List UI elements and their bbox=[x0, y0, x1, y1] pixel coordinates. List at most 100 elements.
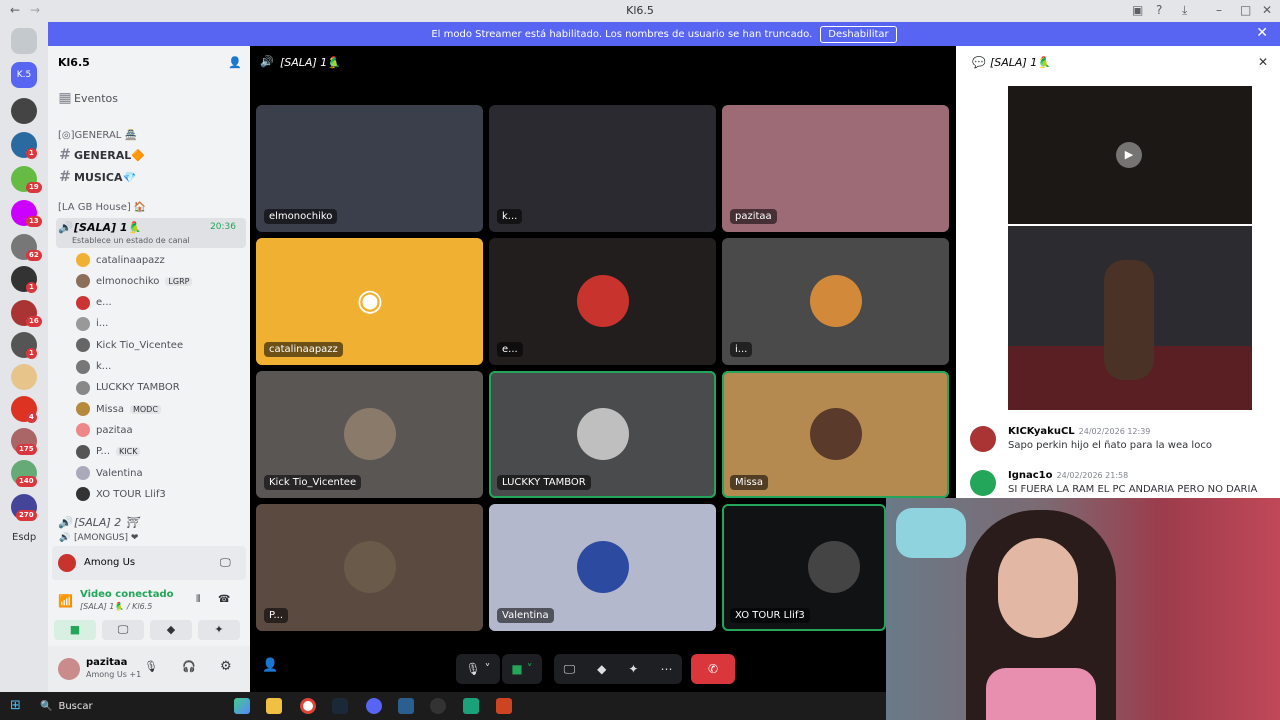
discord-taskbar-icon[interactable] bbox=[366, 698, 382, 714]
add-member-icon[interactable]: 👤 bbox=[228, 56, 242, 69]
maximize-icon[interactable]: □ bbox=[1240, 3, 1251, 17]
voice-user-name: elmonochiko bbox=[96, 275, 160, 287]
voice-user[interactable]: Missa MODC bbox=[76, 399, 236, 419]
participant-tile[interactable]: Valentina bbox=[489, 504, 716, 631]
taskbar-search[interactable]: 🔍 Buscar bbox=[36, 696, 216, 716]
message-avatar[interactable] bbox=[970, 426, 996, 452]
participant-avatar bbox=[808, 541, 860, 593]
among-us-taskbar-icon[interactable] bbox=[496, 698, 512, 714]
server-icon[interactable] bbox=[11, 98, 37, 124]
mic-icon[interactable]: 🎙 bbox=[144, 660, 158, 673]
participant-tile[interactable]: elmonochiko bbox=[256, 105, 483, 232]
participant-tile[interactable]: XO TOUR Llif3 bbox=[722, 504, 886, 631]
voice-user[interactable]: XO TOUR Llif3 bbox=[76, 484, 236, 504]
close-chat-icon[interactable]: ✕ bbox=[1258, 55, 1268, 69]
noise-suppression-icon[interactable]: ⦀ bbox=[196, 594, 200, 605]
channel-musica[interactable]: # MUSICA💎 bbox=[56, 167, 246, 187]
chrome-icon[interactable] bbox=[300, 698, 316, 714]
voice-user[interactable]: LUCKKY TAMBOR bbox=[76, 378, 236, 398]
voice-channel-sala1[interactable]: 🔊 [SALA] 1🦜 20:36 Establece un estado de… bbox=[56, 218, 246, 248]
message-time: 24/02/2026 12:39 bbox=[1078, 427, 1151, 436]
download-icon[interactable]: ⤓ bbox=[1182, 3, 1187, 18]
voice-channel-sala2[interactable]: 🔊 [SALA] 2 ⛩ bbox=[56, 512, 246, 532]
headset-icon[interactable]: 🎧 bbox=[182, 660, 196, 673]
participant-tile[interactable]: LUCKKY TAMBOR bbox=[489, 371, 716, 498]
activities-button[interactable]: ◆ bbox=[150, 620, 192, 640]
voice-user[interactable]: i... bbox=[76, 314, 236, 334]
camera-toggle-button[interactable]: ■ bbox=[54, 620, 96, 640]
boxer-figure bbox=[1104, 260, 1154, 380]
voice-user[interactable]: pazitaa bbox=[76, 420, 236, 440]
voice-status[interactable]: Video conectado bbox=[80, 589, 173, 600]
stream-game-icon[interactable]: 🖵 bbox=[220, 556, 231, 570]
participant-tile[interactable]: k... bbox=[489, 105, 716, 232]
minimize-icon[interactable]: – bbox=[1216, 3, 1222, 17]
guild-name[interactable]: Kl6.5 bbox=[58, 56, 90, 69]
obs-icon[interactable] bbox=[430, 698, 446, 714]
plush-pillow bbox=[896, 508, 966, 558]
voice-channel-among[interactable]: 🔊 [AMONGUS] ❤ bbox=[56, 532, 246, 544]
user-avatar[interactable] bbox=[58, 658, 80, 680]
screen-share-icon[interactable]: 🖵 bbox=[564, 662, 576, 677]
voice-user[interactable]: Valentina bbox=[76, 463, 236, 483]
game-activity[interactable] bbox=[52, 546, 246, 580]
disconnect-icon[interactable]: ☎ bbox=[218, 594, 230, 605]
voice-user[interactable]: k... bbox=[76, 357, 236, 377]
voice-user[interactable]: P... KICK bbox=[76, 442, 236, 462]
category-gb-house[interactable]: [LA GB House] 🏠 bbox=[58, 202, 146, 213]
inbox-icon[interactable]: ▣ bbox=[1132, 3, 1143, 17]
disable-streamer-button[interactable]: Deshabilitar bbox=[820, 25, 897, 43]
voice-user[interactable]: e... bbox=[76, 293, 236, 313]
voice-user[interactable]: catalinaapazz bbox=[76, 250, 236, 270]
copilot-icon[interactable] bbox=[234, 698, 250, 714]
voice-sub[interactable]: [SALA] 1🦜 / Kl6.5 bbox=[80, 602, 152, 611]
server-icon[interactable]: K.5 bbox=[11, 62, 37, 88]
participant-avatar bbox=[344, 408, 396, 460]
leave-call-button[interactable]: ✆ bbox=[691, 654, 735, 684]
category-general[interactable]: [◎]GENERAL 🏯 bbox=[58, 130, 137, 141]
channel-general[interactable]: # GENERAL🔶 bbox=[56, 145, 246, 165]
events-item[interactable]: ▦ Eventos bbox=[56, 88, 246, 108]
channel-status-hint[interactable]: Establece un estado de canal bbox=[72, 236, 190, 245]
settings-gear-icon[interactable]: ⚙ bbox=[220, 659, 232, 674]
file-explorer-icon[interactable] bbox=[266, 698, 282, 714]
activities-icon[interactable]: ◆ bbox=[597, 662, 606, 676]
camera-control[interactable]: ■ ˅ bbox=[502, 654, 542, 684]
soundboard-icon[interactable]: ✦ bbox=[628, 662, 638, 676]
voice-user[interactable]: elmonochiko LGRP bbox=[76, 271, 236, 291]
more-icon[interactable]: ⋯ bbox=[660, 662, 672, 676]
help-icon[interactable]: ? bbox=[1156, 3, 1162, 17]
screen-share-button[interactable]: 🖵 bbox=[102, 620, 144, 640]
voice-user[interactable]: Kick Tio_Vicentee bbox=[76, 335, 236, 355]
soundboard-button[interactable]: ✦ bbox=[198, 620, 240, 640]
message-author[interactable]: Ignac1o bbox=[1008, 470, 1053, 481]
voice-user-name: i... bbox=[96, 318, 109, 330]
participant-tile[interactable]: Kick Tio_Vicentee bbox=[256, 371, 483, 498]
app-icon[interactable] bbox=[463, 698, 479, 714]
message-avatar[interactable] bbox=[970, 470, 996, 496]
steam-alt-icon[interactable] bbox=[398, 698, 414, 714]
video-embed[interactable]: ▶ bbox=[1008, 86, 1252, 224]
webcam-overlay bbox=[886, 498, 1280, 720]
participant-tile[interactable]: ◉ catalinaapazz bbox=[256, 238, 483, 365]
message-author[interactable]: KICKyakuCL bbox=[1008, 426, 1075, 437]
participant-tile[interactable]: P... bbox=[256, 504, 483, 631]
invite-icon[interactable]: 👤 bbox=[262, 658, 278, 673]
participant-tile[interactable]: Missa bbox=[722, 371, 949, 498]
mic-control[interactable]: 🎙 ˅ bbox=[456, 654, 500, 684]
participant-tile[interactable]: e... bbox=[489, 238, 716, 365]
play-icon[interactable]: ▶ bbox=[1116, 142, 1142, 168]
user-name[interactable]: pazitaa bbox=[86, 657, 127, 668]
participant-tile[interactable]: i... bbox=[722, 238, 949, 365]
user-avatar bbox=[76, 423, 90, 438]
close-banner-icon[interactable]: ✕ bbox=[1256, 25, 1268, 41]
server-icon[interactable] bbox=[11, 364, 37, 390]
participant-tile[interactable]: pazitaa bbox=[722, 105, 949, 232]
speaker-icon: 🔊 bbox=[58, 515, 72, 529]
discord-home-icon[interactable] bbox=[11, 28, 37, 54]
close-window-icon[interactable]: ✕ bbox=[1262, 3, 1272, 17]
windows-start-icon[interactable]: ⊞ bbox=[10, 698, 21, 713]
image-embed[interactable] bbox=[1008, 226, 1252, 410]
steam-icon[interactable] bbox=[332, 698, 348, 714]
participant-name: pazitaa bbox=[730, 209, 777, 224]
